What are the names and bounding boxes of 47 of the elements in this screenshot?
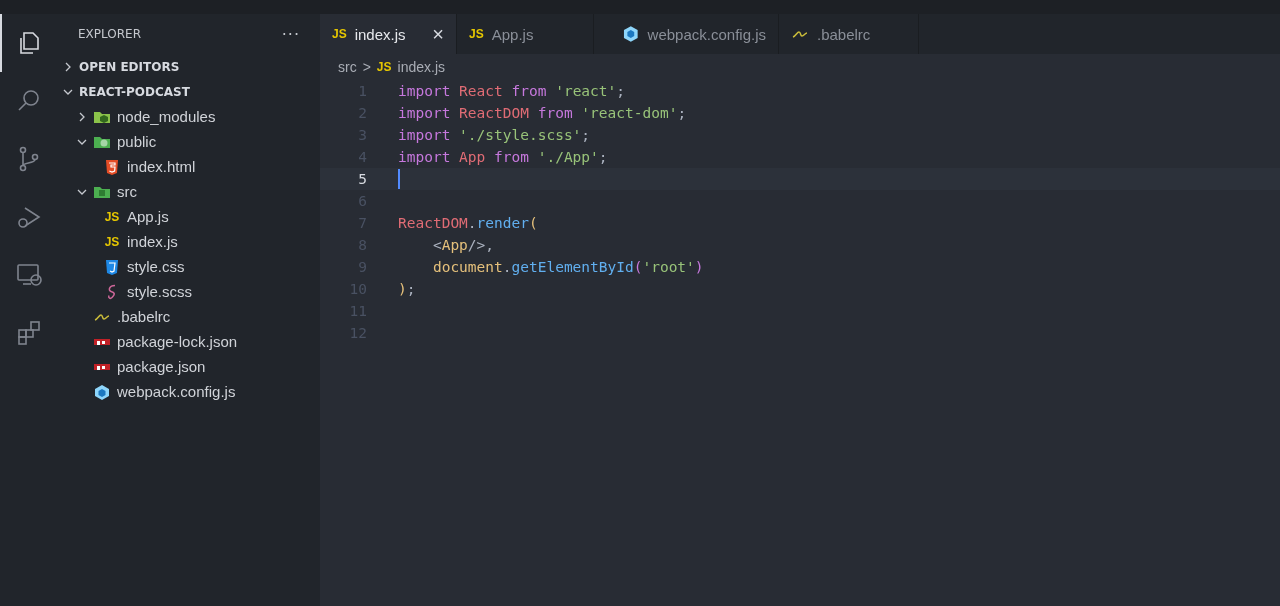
tree-item[interactable]: style.scss — [55, 279, 320, 304]
tree-item[interactable]: JS App.js — [55, 204, 320, 229]
editor-tab[interactable]: .babelrc — [779, 14, 919, 54]
code-line: import App from './App'; — [398, 149, 608, 165]
breadcrumb-item[interactable]: src — [338, 59, 357, 75]
chevron-icon — [63, 61, 73, 72]
code-line: <App/>, — [431, 237, 495, 253]
code-line: import React from 'react'; — [398, 83, 625, 99]
cube-icon — [622, 25, 640, 43]
tree-item[interactable]: src — [55, 179, 320, 204]
tree-item[interactable]: webpack.config.js — [55, 379, 320, 404]
code-line: ReactDOM.render( — [398, 215, 538, 231]
editor-tab[interactable]: JS App.js — [457, 14, 594, 54]
tree-item[interactable]: .babelrc — [55, 304, 320, 329]
close-button[interactable]: × — [432, 22, 444, 46]
tree-item[interactable]: public — [55, 129, 320, 154]
js-file-icon: JS — [376, 60, 392, 74]
js-file-icon: JS — [332, 27, 347, 41]
text-cursor — [398, 169, 400, 189]
breadcrumb-separator: > — [362, 59, 371, 75]
explorer-title: EXPLORER — [78, 27, 141, 41]
editor-tab[interactable]: JS index.js × — [320, 14, 457, 54]
code-line: import ReactDOM from 'react-dom'; — [398, 105, 687, 121]
html-file-icon — [103, 158, 121, 175]
tree-item[interactable]: index.html — [55, 154, 320, 179]
breadcrumb-item[interactable]: index.js — [397, 59, 445, 75]
tree-item[interactable]: package-lock.json — [55, 329, 320, 354]
js-file-icon: JS — [469, 27, 484, 41]
line-number: 5 — [357, 171, 367, 187]
js-file-icon: JS — [104, 209, 120, 224]
code-line: import './style.scss'; — [398, 127, 591, 143]
js-file-icon: JS — [104, 234, 120, 249]
tree-item[interactable]: package.json — [55, 354, 320, 379]
section-header[interactable]: OPEN EDITORS — [55, 54, 320, 79]
tree-item[interactable]: style.css — [55, 254, 320, 279]
tree-item[interactable]: JS index.js — [55, 229, 320, 254]
cube-icon — [93, 383, 111, 400]
css-file-icon — [103, 258, 121, 275]
monitor-icon — [14, 261, 43, 289]
code-line: document.getElementById('root') — [431, 259, 704, 275]
sass-file-icon — [107, 283, 117, 300]
tree-item[interactable]: node_modules — [55, 104, 320, 129]
section-header[interactable]: REACT-PODCAST — [55, 79, 320, 104]
chevron-icon — [77, 111, 87, 122]
editor-tab[interactable]: webpack.config.js — [594, 14, 779, 54]
more-actions-button[interactable]: ··· — [281, 24, 300, 44]
code-line: ); — [398, 281, 416, 297]
